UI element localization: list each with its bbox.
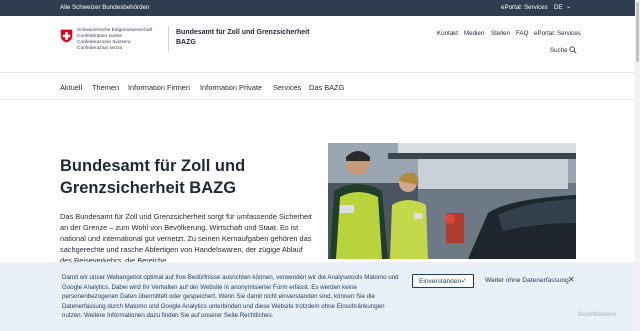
cookie-text: Damit wir unser Webangebot optimal auf I… xyxy=(62,274,399,319)
meta-nav-kontakt[interactable]: Kontakt xyxy=(437,30,458,37)
nav-das-bazg[interactable]: Das BAZG xyxy=(309,83,344,92)
language-selector[interactable]: DE xyxy=(554,4,563,11)
site-header: Schweizerische Eidgenossenschaft Confédé… xyxy=(0,16,640,73)
office-name[interactable]: Bundesamt für Zoll und Grenzsicherheit B… xyxy=(176,28,309,48)
page-title-line2: Grenzsicherheit BAZG xyxy=(60,179,237,197)
header-divider xyxy=(168,26,169,52)
office-name-line1: Bundesamt für Zoll und Grenzsicherheit xyxy=(176,29,310,36)
page-title: Bundesamt für Zoll und Grenzsicherheit B… xyxy=(60,155,245,199)
all-authorities-link[interactable]: Alle Schweizer Bundesbehörden xyxy=(60,4,149,11)
hero-photo-border-officers xyxy=(328,143,576,259)
nav-themen[interactable]: Themen xyxy=(92,83,119,92)
search-icon[interactable] xyxy=(569,46,577,54)
meta-nav-stellen[interactable]: Stellen xyxy=(491,30,510,37)
nav-aktuell[interactable]: Aktuell xyxy=(60,83,82,92)
office-name-line2: BAZG xyxy=(176,39,196,46)
check-icon: ✓ xyxy=(461,278,467,285)
nav-services[interactable]: Services xyxy=(273,83,301,92)
top-bar: Alle Schweizer Bundesbehörden ePortal: S… xyxy=(0,0,640,16)
search-label[interactable]: Suche xyxy=(550,47,568,54)
nav-information-private[interactable]: Information Private xyxy=(200,83,262,92)
accept-label: Einverstanden xyxy=(419,278,462,285)
meta-nav-medien[interactable]: Medien xyxy=(464,30,484,37)
main-navigation: Aktuell Themen Information Firmen Inform… xyxy=(0,74,640,100)
confederation-names: Schweizerische Eidgenossenschaft Confédé… xyxy=(77,28,152,52)
swiss-crest-icon[interactable] xyxy=(60,29,73,43)
meta-nav-eportal[interactable]: ePortal: Services xyxy=(534,30,581,37)
intro-paragraph: Das Bundesamt für Zoll und Grenzsicherhe… xyxy=(60,212,312,266)
nav-information-firmen[interactable]: Information Firmen xyxy=(128,83,190,92)
meta-nav-faq[interactable]: FAQ xyxy=(516,30,528,37)
scrollbar-thumb[interactable] xyxy=(636,2,639,62)
decline-tracking-button[interactable]: Weiter ohne Datenerfassung xyxy=(485,277,569,284)
page-title-line1: Bundesamt für Zoll und xyxy=(60,157,246,175)
close-icon[interactable]: ✕ xyxy=(568,275,575,284)
confederation-rm: Confederaziun svizra xyxy=(77,46,123,52)
chevron-down-icon: ⌄ xyxy=(566,4,572,10)
accept-cookies-button[interactable]: Einverstanden ✓ xyxy=(412,274,474,288)
scanmalware-watermark: ScanMalware xyxy=(578,312,617,318)
topbar-eportal-link[interactable]: ePortal: Services xyxy=(501,4,548,11)
cookie-banner: Damit wir unser Webangebot optimal auf I… xyxy=(0,262,640,331)
